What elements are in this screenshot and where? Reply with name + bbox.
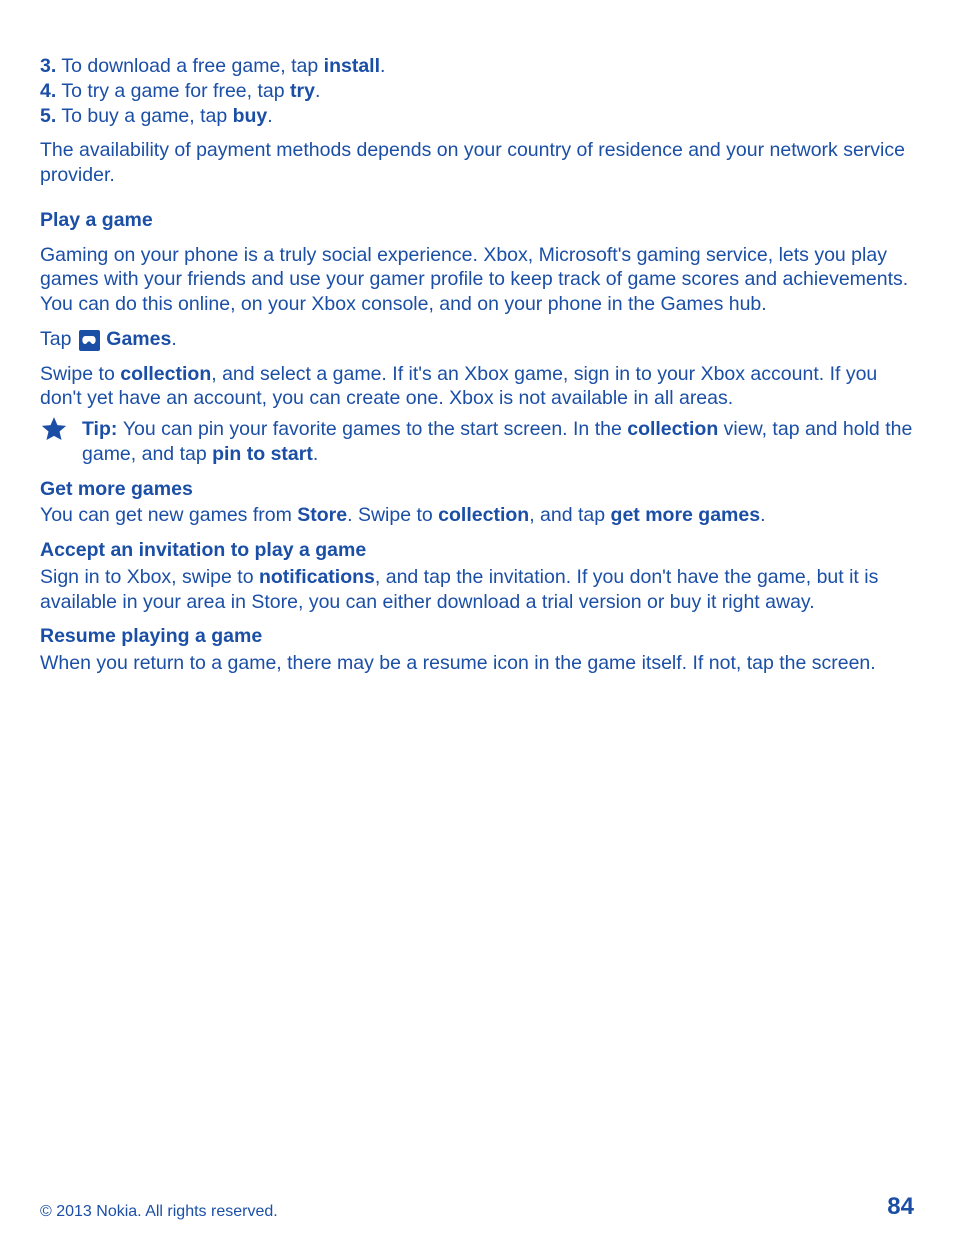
text: Swipe to	[40, 363, 120, 385]
tap-prefix: Tap	[40, 328, 77, 350]
games-tile-icon	[79, 330, 100, 351]
tip-label: Tip:	[82, 418, 123, 440]
play-intro: Gaming on your phone is a truly social e…	[40, 243, 914, 317]
text: .	[760, 504, 765, 526]
text: You can pin your favorite games to the s…	[123, 418, 627, 440]
page-footer: © 2013 Nokia. All rights reserved. 84	[40, 1192, 914, 1222]
text: . Swipe to	[347, 504, 438, 526]
step-action: install	[324, 55, 380, 77]
step-action: try	[290, 80, 315, 102]
step-text: To try a game for free, tap	[56, 80, 290, 102]
document-page: 3. To download a free game, tap install.…	[0, 0, 954, 1258]
tip-block: Tip: You can pin your favorite games to …	[40, 417, 914, 467]
heading-play-a-game: Play a game	[40, 208, 914, 233]
collection-bold: collection	[627, 418, 718, 440]
collection-bold: collection	[120, 363, 211, 385]
text: You can get new games from	[40, 504, 297, 526]
text: Sign in to Xbox, swipe to	[40, 566, 259, 588]
heading-get-more-games: Get more games	[40, 477, 914, 502]
get-more-games-bold: get more games	[611, 504, 761, 526]
notifications-bold: notifications	[259, 566, 375, 588]
step-number: 5.	[40, 105, 56, 127]
step-5: 5. To buy a game, tap buy.	[40, 104, 914, 129]
step-suffix: .	[380, 55, 385, 77]
heading-resume-playing: Resume playing a game	[40, 624, 914, 649]
swipe-collection: Swipe to collection, and select a game. …	[40, 362, 914, 412]
text: , and tap	[529, 504, 610, 526]
step-text: To download a free game, tap	[56, 55, 323, 77]
step-suffix: .	[315, 80, 320, 102]
get-more-body: You can get new games from Store. Swipe …	[40, 503, 914, 528]
store-bold: Store	[297, 504, 347, 526]
copyright-text: © 2013 Nokia. All rights reserved.	[40, 1202, 278, 1222]
step-action: buy	[233, 105, 268, 127]
accept-body: Sign in to Xbox, swipe to notifications,…	[40, 565, 914, 615]
tap-label: Games	[106, 328, 171, 350]
pin-to-start-bold: pin to start	[212, 443, 313, 465]
availability-note: The availability of payment methods depe…	[40, 138, 914, 188]
step-text: To buy a game, tap	[56, 105, 232, 127]
step-4: 4. To try a game for free, tap try.	[40, 79, 914, 104]
star-icon	[40, 415, 82, 443]
tap-suffix: .	[171, 328, 176, 350]
page-number: 84	[887, 1192, 914, 1222]
text: .	[313, 443, 318, 465]
heading-accept-invitation: Accept an invitation to play a game	[40, 538, 914, 563]
step-suffix: .	[267, 105, 272, 127]
step-3: 3. To download a free game, tap install.	[40, 54, 914, 79]
collection-bold: collection	[438, 504, 529, 526]
resume-body: When you return to a game, there may be …	[40, 651, 914, 676]
numbered-steps: 3. To download a free game, tap install.…	[40, 54, 914, 128]
step-number: 4.	[40, 80, 56, 102]
tip-text: Tip: You can pin your favorite games to …	[82, 417, 914, 467]
step-number: 3.	[40, 55, 56, 77]
tap-games-instruction: Tap Games.	[40, 327, 914, 352]
